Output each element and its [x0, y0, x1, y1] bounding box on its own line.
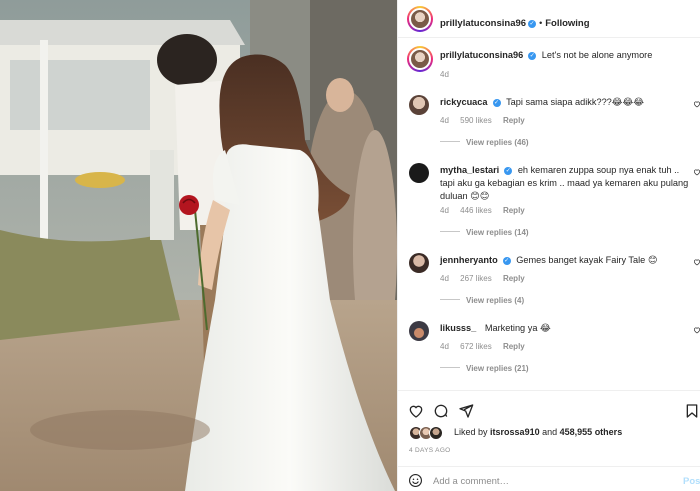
caption-meta: 4d: [440, 70, 458, 79]
comment-time[interactable]: 4d: [440, 206, 449, 215]
comment-likes[interactable]: 267 likes: [460, 274, 492, 283]
view-replies-button[interactable]: View replies (21): [440, 364, 529, 373]
reply-button[interactable]: Reply: [503, 342, 525, 351]
comment-likes[interactable]: 446 likes: [460, 206, 492, 215]
comment-meta: 4d 590 likes Reply: [440, 116, 534, 125]
comment-body: jennheryanto ✓ Gemes banget kayak Fairy T…: [440, 254, 690, 267]
post-comment-button[interactable]: Post: [683, 476, 700, 487]
heart-icon[interactable]: [693, 100, 700, 108]
view-replies-label: View replies (21): [466, 364, 529, 373]
view-replies-label: View replies (4): [466, 296, 525, 305]
liked-by-text: Liked by itsrossa910 and 458,955 others: [454, 427, 622, 437]
view-replies-label: View replies (46): [466, 138, 529, 147]
author-username[interactable]: prillylatuconsina96: [440, 18, 526, 29]
comment-text: Marketing ya 😂: [484, 323, 551, 333]
comment-time[interactable]: 4d: [440, 274, 449, 283]
emoji-icon[interactable]: [408, 473, 423, 488]
author-line: prillylatuconsina96 ✓ • Following: [440, 13, 590, 31]
verified-badge-icon: ✓: [504, 167, 513, 175]
following-button[interactable]: Following: [545, 18, 589, 29]
verified-badge-icon: ✓: [502, 257, 511, 265]
verified-badge-icon: ✓: [528, 20, 537, 28]
share-icon[interactable]: [458, 403, 474, 419]
author-avatar[interactable]: [407, 6, 433, 32]
heart-icon[interactable]: [408, 403, 424, 419]
comment-username[interactable]: mytha_lestari: [440, 165, 499, 175]
caption-username[interactable]: prillylatuconsina96: [440, 50, 523, 60]
reply-button[interactable]: Reply: [503, 274, 525, 283]
bookmark-icon[interactable]: [684, 403, 700, 419]
view-replies-button[interactable]: View replies (46): [440, 138, 529, 147]
post-side-panel: prillylatuconsina96 ✓ • Following prillylat…: [397, 0, 700, 491]
view-replies-button[interactable]: View replies (4): [440, 296, 524, 305]
comment-body: mytha_lestari ✓ eh kemaren zuppa soup nya…: [440, 164, 690, 203]
comment-meta: 4d 446 likes Reply: [440, 206, 534, 215]
view-replies-label: View replies (14): [466, 228, 529, 237]
commenter-avatar[interactable]: [409, 95, 429, 115]
comment-body: likusss_ Marketing ya 😂: [440, 322, 690, 335]
comment-input[interactable]: Add a comment…: [433, 476, 509, 487]
comment-text: Gemes banget kayak Fairy Tale 😊: [516, 255, 658, 265]
add-comment-bar: Add a comment… Post: [398, 466, 700, 491]
comment-time[interactable]: 4d: [440, 116, 449, 125]
verified-badge-icon: ✓: [528, 52, 537, 60]
reply-button[interactable]: Reply: [503, 116, 525, 125]
liked-by-count[interactable]: 458,955 others: [560, 427, 623, 437]
caption-author-avatar[interactable]: [407, 46, 433, 72]
comment-meta: 4d 672 likes Reply: [440, 342, 534, 351]
commenter-avatar[interactable]: [409, 253, 429, 273]
post-photo: [0, 0, 397, 491]
comment-username[interactable]: likusss_: [440, 323, 476, 333]
post-date[interactable]: 4 DAYS AGO: [409, 447, 451, 454]
comment-time[interactable]: 4d: [440, 342, 449, 351]
liked-by-user[interactable]: itsrossa910: [490, 427, 540, 437]
heart-icon[interactable]: [693, 326, 700, 334]
commenter-avatar[interactable]: [409, 163, 429, 183]
comment-username[interactable]: jennheryanto: [440, 255, 498, 265]
comment-icon[interactable]: [433, 403, 449, 419]
post-header: prillylatuconsina96 ✓ • Following: [398, 0, 700, 38]
comment-meta: 4d 267 likes Reply: [440, 274, 534, 283]
caption-time[interactable]: 4d: [440, 70, 449, 79]
liked-by-prefix: Liked by: [454, 427, 488, 437]
comment-username[interactable]: rickycuaca: [440, 97, 488, 107]
dot-separator: •: [539, 18, 543, 28]
view-replies-button[interactable]: View replies (14): [440, 228, 529, 237]
liker-avatar[interactable]: [429, 426, 443, 440]
comment-likes[interactable]: 672 likes: [460, 342, 492, 351]
liked-by-and: and: [542, 427, 558, 437]
heart-icon[interactable]: [693, 168, 700, 176]
caption-text: Let's not be alone anymore: [541, 50, 653, 60]
comment-text: Tapi sama siapa adikk???😂😂😂: [506, 97, 645, 107]
verified-badge-icon: ✓: [492, 99, 501, 107]
comment-likes[interactable]: 590 likes: [460, 116, 492, 125]
reply-button[interactable]: Reply: [503, 206, 525, 215]
comment-body: rickycuaca ✓ Tapi sama siapa adikk???😂😂😂: [440, 96, 690, 109]
wedding-photo-illustration: [0, 0, 397, 491]
commenter-avatar[interactable]: [409, 321, 429, 341]
caption-body: prillylatuconsina96 ✓ Let's not be alone …: [440, 49, 690, 62]
comments-list[interactable]: prillylatuconsina96 ✓ Let's not be alone …: [398, 38, 700, 390]
heart-icon[interactable]: [693, 258, 700, 266]
